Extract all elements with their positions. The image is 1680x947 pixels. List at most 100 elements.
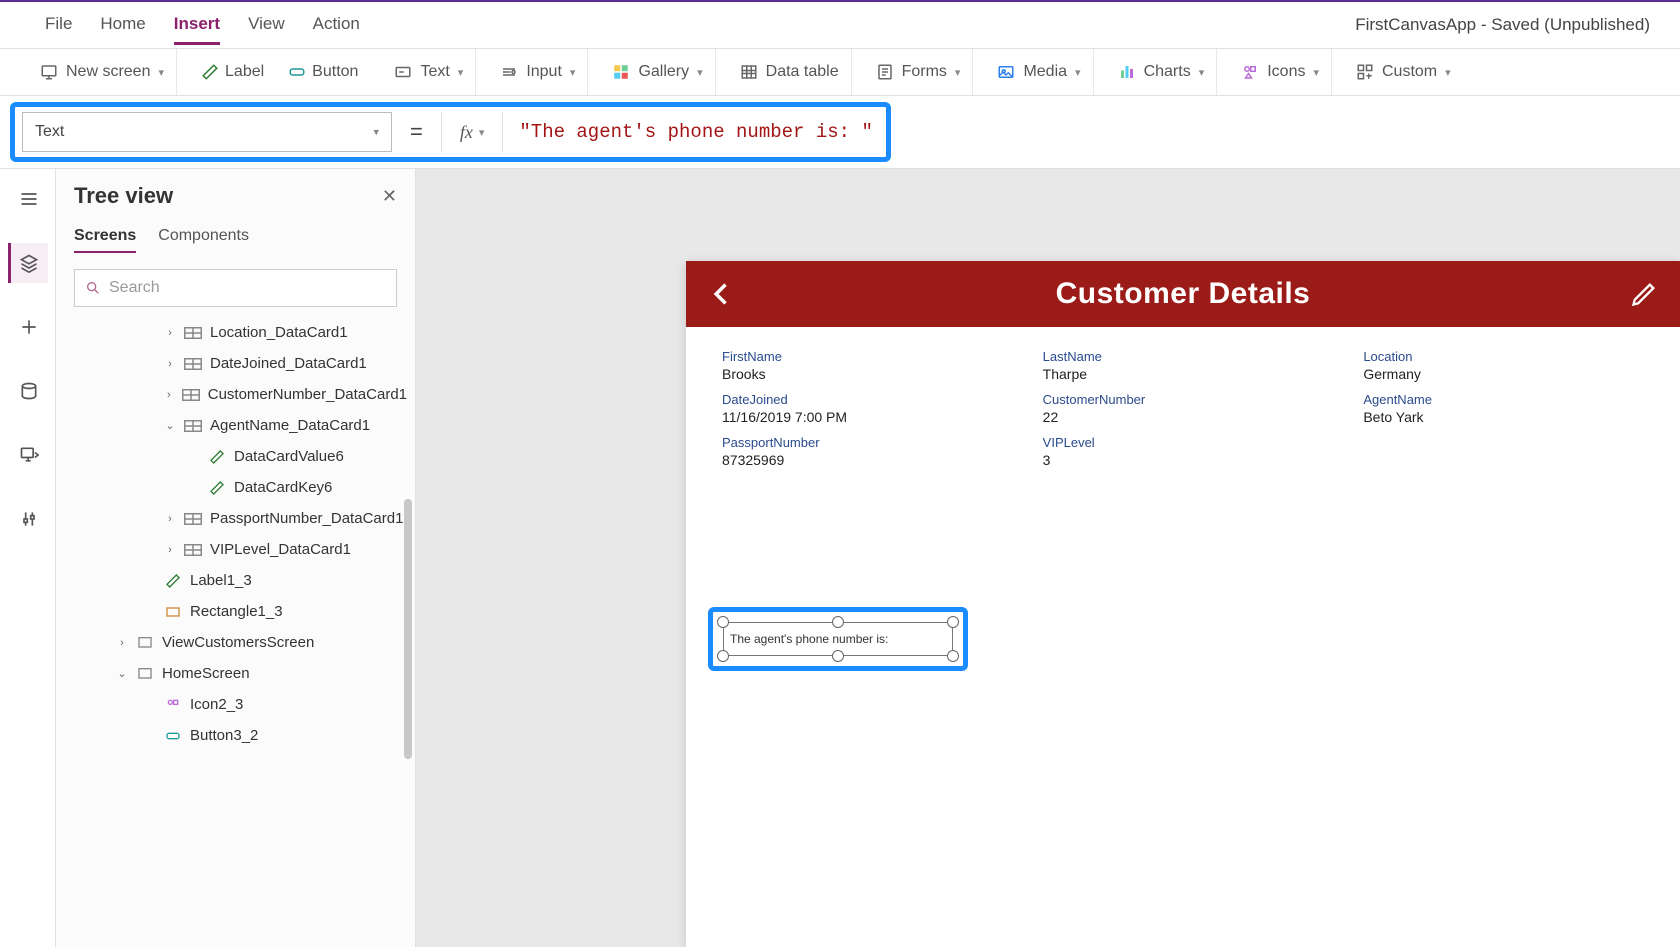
input-label: Input (526, 63, 562, 81)
tree-item-label: Rectangle1_3 (190, 603, 283, 620)
tree-item-label: HomeScreen (162, 665, 250, 682)
edit-icon[interactable] (1630, 280, 1658, 308)
gallery-menu[interactable]: Gallery▾ (600, 49, 715, 95)
field-label: CustomerNumber (1043, 392, 1324, 407)
view-tab[interactable]: View (248, 6, 285, 45)
tree-item[interactable]: ›ViewCustomersScreen (56, 627, 415, 658)
resize-handle[interactable] (832, 650, 844, 662)
fx-button[interactable]: fx▾ (452, 112, 493, 152)
label-button[interactable]: Label (201, 63, 264, 81)
home-tab[interactable]: Home (100, 6, 145, 45)
tree-item-label: ViewCustomersScreen (162, 634, 314, 651)
charts-icon (1118, 63, 1136, 81)
gallery-label: Gallery (638, 63, 689, 81)
tree-item-label: DataCardValue6 (234, 448, 344, 465)
resize-handle[interactable] (832, 616, 844, 628)
custom-label: Custom (1382, 63, 1437, 81)
tools-button[interactable] (8, 499, 48, 539)
scrollbar[interactable] (404, 499, 412, 759)
field-value: 87325969 (722, 452, 1003, 468)
canvas-area[interactable]: Customer Details FirstName Brooks LastNam… (416, 169, 1680, 947)
menu-icon (19, 189, 39, 209)
tree-list: ›Location_DataCard1 ›DateJoined_DataCard… (56, 317, 415, 947)
label-control[interactable]: The agent's phone number is: (723, 622, 953, 656)
input-menu[interactable]: Input▾ (488, 49, 588, 95)
text-menu[interactable]: Text▾ (382, 49, 476, 95)
field-value: Brooks (722, 366, 1003, 382)
tree-item[interactable]: Label1_3 (56, 565, 415, 596)
field-value: Tharpe (1043, 366, 1324, 382)
property-select[interactable]: Text ▾ (22, 112, 392, 152)
resize-handle[interactable] (717, 650, 729, 662)
action-tab[interactable]: Action (313, 6, 360, 45)
field-label: DateJoined (722, 392, 1003, 407)
tree-item-label: DateJoined_DataCard1 (210, 355, 367, 372)
forms-label: Forms (902, 63, 947, 81)
media-pane-button[interactable] (8, 435, 48, 475)
back-icon[interactable] (708, 280, 736, 308)
field-label: FirstName (722, 349, 1003, 364)
property-value: Text (35, 123, 64, 141)
left-rail (0, 169, 56, 947)
database-icon (19, 381, 39, 401)
media-menu[interactable]: Media▾ (985, 49, 1093, 95)
app-header: Customer Details (686, 261, 1680, 327)
forms-menu[interactable]: Forms▾ (864, 49, 974, 95)
formula-input[interactable]: "The agent's phone number is: " (513, 112, 878, 152)
new-screen-button[interactable]: New screen▾ (28, 49, 177, 95)
field-passportnumber: PassportNumber87325969 (722, 435, 1003, 468)
search-placeholder: Search (109, 279, 160, 297)
tree-item[interactable]: ⌄HomeScreen (56, 658, 415, 689)
insert-tab[interactable]: Insert (174, 6, 220, 45)
charts-menu[interactable]: Charts▾ (1106, 49, 1218, 95)
close-panel-button[interactable]: ✕ (382, 186, 397, 207)
field-label: VIPLevel (1043, 435, 1324, 450)
monitor-icon (19, 445, 39, 465)
resize-handle[interactable] (947, 616, 959, 628)
tree-item[interactable]: ›PassportNumber_DataCard1 (56, 503, 415, 534)
resize-handle[interactable] (717, 616, 729, 628)
components-tab[interactable]: Components (158, 221, 249, 253)
treeview-button[interactable] (8, 243, 48, 283)
table-icon (740, 63, 758, 81)
selected-control-highlight[interactable]: The agent's phone number is: (708, 607, 968, 671)
tree-item-label: Button3_2 (190, 727, 258, 744)
hamburger-button[interactable] (8, 179, 48, 219)
tree-item-label: Location_DataCard1 (210, 324, 348, 341)
custom-menu[interactable]: Custom▾ (1344, 49, 1463, 95)
data-button[interactable] (8, 371, 48, 411)
ribbon: New screen▾ Label Button Text▾ Input▾ Ga… (0, 48, 1680, 96)
canvas-title: Customer Details (1056, 277, 1311, 311)
media-label: Media (1023, 63, 1067, 81)
search-input[interactable]: Search (74, 269, 397, 307)
top-tabs: File Home Insert View Action FirstCanvas… (0, 0, 1680, 48)
icons-label: Icons (1267, 63, 1305, 81)
tree-item[interactable]: Icon2_3 (56, 689, 415, 720)
new-screen-label: New screen (66, 63, 150, 81)
custom-icon (1356, 63, 1374, 81)
tree-item-label: Label1_3 (190, 572, 252, 589)
button-button[interactable]: Button (288, 63, 358, 81)
tree-item[interactable]: Button3_2 (56, 720, 415, 751)
datatable-button[interactable]: Data table (728, 49, 852, 95)
field-viplevel: VIPLevel3 (1043, 435, 1324, 468)
media-icon (997, 63, 1015, 81)
tree-item-label: Icon2_3 (190, 696, 243, 713)
icons-menu[interactable]: Icons▾ (1229, 49, 1332, 95)
plus-icon (19, 317, 39, 337)
canvas-screen[interactable]: Customer Details FirstName Brooks LastNam… (686, 261, 1680, 947)
tree-item[interactable]: ⌄AgentName_DataCard1 (56, 410, 415, 441)
insert-pane-button[interactable] (8, 307, 48, 347)
tree-item[interactable]: ›CustomerNumber_DataCard1 (56, 379, 415, 410)
field-label: LastName (1043, 349, 1324, 364)
tree-item[interactable]: DataCardValue6 (56, 441, 415, 472)
file-tab[interactable]: File (45, 6, 72, 45)
tree-item[interactable]: ›DateJoined_DataCard1 (56, 348, 415, 379)
tree-item[interactable]: DataCardKey6 (56, 472, 415, 503)
resize-handle[interactable] (947, 650, 959, 662)
tree-item[interactable]: ›Location_DataCard1 (56, 317, 415, 348)
tree-item[interactable]: Rectangle1_3 (56, 596, 415, 627)
field-lastname: LastName Tharpe (1043, 349, 1324, 382)
tree-item[interactable]: ›VIPLevel_DataCard1 (56, 534, 415, 565)
screens-tab[interactable]: Screens (74, 221, 136, 253)
